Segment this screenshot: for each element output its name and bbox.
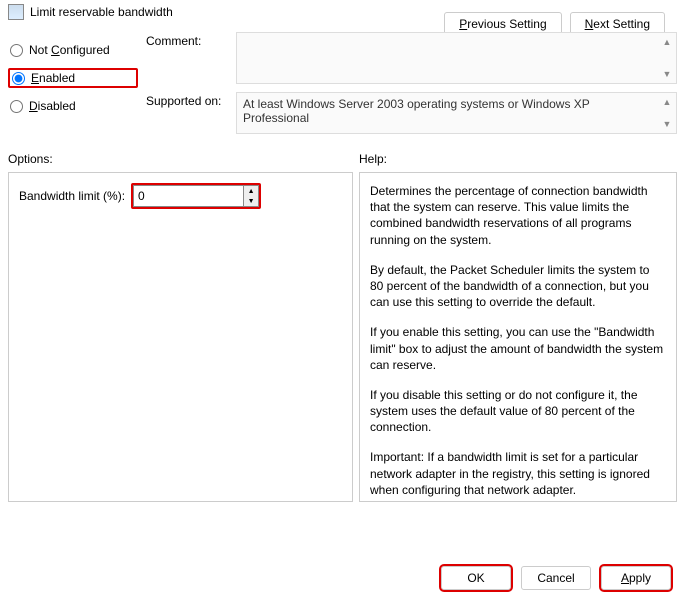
bandwidth-option-row: Bandwidth limit (%): ▲ ▼ — [19, 183, 342, 209]
scroll-down-icon[interactable]: ▼ — [660, 67, 674, 81]
window-title: Limit reservable bandwidth — [30, 5, 173, 19]
radio-disabled-label: Disabled — [29, 99, 76, 113]
body-area: Not Configured Enabled Disabled Comment:… — [0, 24, 685, 142]
supported-label: Supported on: — [146, 92, 236, 134]
radio-disabled[interactable]: Disabled — [8, 98, 138, 114]
help-p5: Important: If a bandwidth limit is set f… — [370, 449, 666, 498]
help-p3: If you enable this setting, you can use … — [370, 324, 666, 373]
radio-enabled[interactable]: Enabled — [8, 68, 138, 88]
spinner-up-button[interactable]: ▲ — [244, 186, 258, 196]
spinner-buttons: ▲ ▼ — [243, 185, 259, 207]
apply-button[interactable]: Apply — [601, 566, 671, 590]
options-column: Options: Bandwidth limit (%): ▲ ▼ — [8, 148, 353, 502]
help-p2: By default, the Packet Scheduler limits … — [370, 262, 666, 311]
next-label-rest: ext Setting — [593, 17, 650, 31]
prev-label-rest: revious Setting — [467, 17, 546, 31]
footer-buttons: OK Cancel Apply — [441, 566, 671, 590]
radio-not-configured-label: Not Configured — [29, 43, 110, 57]
bandwidth-limit-label: Bandwidth limit (%): — [19, 189, 125, 203]
main-split: Options: Bandwidth limit (%): ▲ ▼ Help: — [0, 148, 685, 502]
bandwidth-spinner: ▲ ▼ — [131, 183, 261, 209]
scroll-up-icon[interactable]: ▲ — [660, 35, 674, 49]
options-label: Options: — [8, 152, 353, 166]
help-label: Help: — [359, 152, 677, 166]
radio-not-configured[interactable]: Not Configured — [8, 42, 138, 58]
help-column: Help: Determines the percentage of conne… — [359, 148, 677, 502]
supported-row: Supported on: At least Windows Server 20… — [146, 92, 677, 134]
meta-column: Comment: ▲ ▼ Supported on: At least Wind… — [146, 32, 677, 142]
supported-textarea: At least Windows Server 2003 operating s… — [236, 92, 677, 134]
help-p1: Determines the percentage of connection … — [370, 183, 666, 248]
comment-textarea[interactable]: ▲ ▼ — [236, 32, 677, 84]
options-panel: Bandwidth limit (%): ▲ ▼ — [8, 172, 353, 502]
scroll-up-icon[interactable]: ▲ — [660, 95, 674, 109]
comment-row: Comment: ▲ ▼ — [146, 32, 677, 84]
comment-label: Comment: — [146, 32, 236, 84]
policy-icon — [8, 4, 24, 20]
spinner-down-button[interactable]: ▼ — [244, 196, 258, 206]
help-panel: Determines the percentage of connection … — [359, 172, 677, 502]
help-p4: If you disable this setting or do not co… — [370, 387, 666, 436]
radio-enabled-input[interactable] — [12, 72, 25, 85]
radio-disabled-input[interactable] — [10, 100, 23, 113]
bandwidth-limit-input[interactable] — [133, 185, 243, 207]
supported-value: At least Windows Server 2003 operating s… — [243, 97, 590, 125]
radio-enabled-label: Enabled — [31, 71, 75, 85]
scroll-down-icon[interactable]: ▼ — [660, 117, 674, 131]
state-radio-group: Not Configured Enabled Disabled — [8, 32, 138, 142]
ok-button[interactable]: OK — [441, 566, 511, 590]
policy-editor-window: Limit reservable bandwidth Previous Sett… — [0, 0, 685, 600]
cancel-button[interactable]: Cancel — [521, 566, 591, 590]
radio-not-configured-input[interactable] — [10, 44, 23, 57]
